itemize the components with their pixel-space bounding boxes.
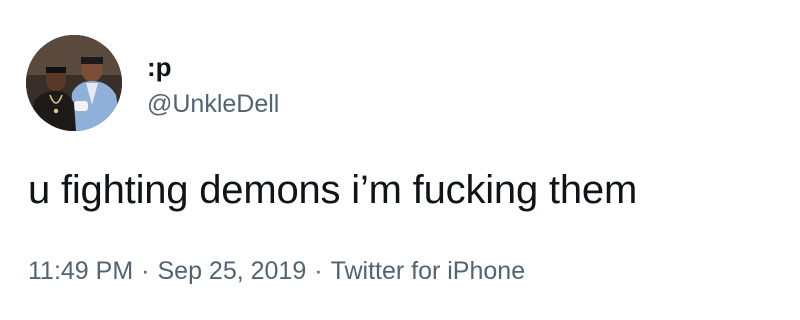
display-name[interactable]: :p bbox=[147, 52, 172, 82]
tweet-card: :p @UnkleDell u fighting demons i’m fuck… bbox=[0, 0, 800, 320]
tweet-text: u fighting demons i’m fucking them bbox=[28, 168, 638, 212]
tweet-source[interactable]: Twitter for iPhone bbox=[331, 257, 526, 285]
separator-dot: · bbox=[314, 257, 323, 285]
avatar[interactable] bbox=[26, 35, 122, 131]
tweet-metadata: 11:49 PM · Sep 25, 2019 · Twitter for iPhone bbox=[28, 256, 525, 286]
user-handle[interactable]: @UnkleDell bbox=[147, 89, 279, 119]
separator-dot: · bbox=[141, 257, 150, 285]
tweet-time[interactable]: 11:49 PM bbox=[28, 257, 133, 285]
profile-photo-icon bbox=[26, 35, 122, 131]
tweet-date[interactable]: Sep 25, 2019 bbox=[157, 257, 306, 285]
